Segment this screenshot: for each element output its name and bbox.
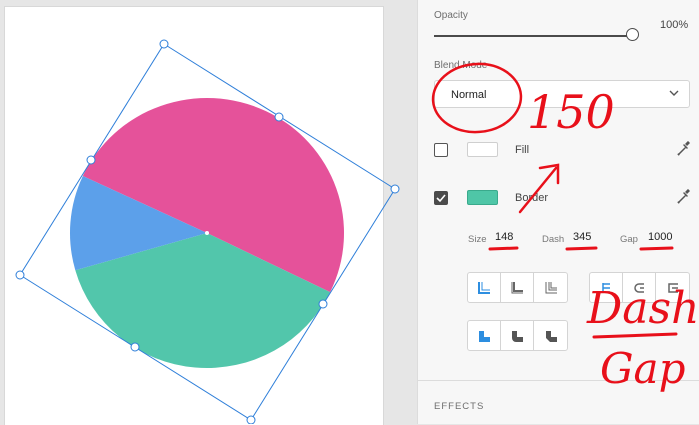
border-checkbox[interactable] <box>434 191 448 205</box>
join-round-button[interactable] <box>501 321 534 350</box>
border-color-swatch[interactable] <box>467 190 498 205</box>
cap-butt-button[interactable] <box>590 273 623 302</box>
resize-handle-bottom[interactable] <box>246 415 256 424</box>
stroke-outside-button[interactable] <box>534 273 567 302</box>
opacity-slider-track[interactable] <box>434 35 635 37</box>
resize-handle-top-right-mid[interactable] <box>274 112 284 122</box>
blend-mode-value: Normal <box>451 89 487 101</box>
join-miter-button[interactable] <box>468 321 501 350</box>
canvas-drawing[interactable] <box>0 0 417 424</box>
fill-checkbox[interactable] <box>434 143 448 157</box>
gap-field[interactable]: 1000 <box>648 231 672 243</box>
opacity-label: Opacity <box>434 10 468 21</box>
stroke-position-group <box>467 272 568 303</box>
dash-field[interactable]: 345 <box>573 231 591 243</box>
canvas-area[interactable] <box>0 0 417 425</box>
join-bevel-button[interactable] <box>534 321 567 350</box>
join-round-icon <box>512 330 523 342</box>
blend-mode-label: Blend Mode <box>434 60 488 71</box>
blend-mode-select[interactable]: Normal <box>434 80 690 108</box>
stroke-join-group <box>467 320 568 351</box>
stroke-outside-icon <box>545 281 557 293</box>
section-divider <box>418 380 699 381</box>
dash-label: Dash <box>542 234 565 245</box>
effects-section-label: EFFECTS <box>434 401 485 412</box>
size-label: Size <box>468 234 487 245</box>
join-miter-icon <box>479 330 490 342</box>
size-field[interactable]: 148 <box>495 231 513 243</box>
resize-handle-right-bottom-mid[interactable] <box>318 299 328 309</box>
fill-label: Fill <box>515 144 530 156</box>
rotation-center <box>205 231 209 235</box>
fill-color-swatch[interactable] <box>467 142 498 157</box>
resize-handle-left-top-mid[interactable] <box>86 155 96 165</box>
stroke-inside-icon <box>478 281 490 294</box>
resize-handle-left[interactable] <box>15 270 25 280</box>
cap-square-icon <box>667 282 678 293</box>
cap-square-button[interactable] <box>656 273 689 302</box>
resize-handle-right[interactable] <box>390 184 400 194</box>
cap-round-button[interactable] <box>623 273 656 302</box>
join-bevel-icon <box>545 330 557 342</box>
stroke-center-button[interactable] <box>501 273 534 302</box>
eyedropper-icon[interactable] <box>676 140 691 160</box>
properties-panel: Opacity 100% Blend Mode Normal Fill Bord… <box>417 0 699 424</box>
cap-round-icon <box>634 282 644 293</box>
stroke-center-icon <box>511 281 523 293</box>
resize-handle-top[interactable] <box>159 39 169 49</box>
cap-butt-icon <box>602 282 610 293</box>
opacity-value[interactable]: 100% <box>660 19 688 31</box>
opacity-slider-thumb[interactable] <box>626 28 639 41</box>
eyedropper-icon[interactable] <box>676 188 691 208</box>
border-label: Border <box>515 192 549 204</box>
gap-label: Gap <box>620 234 638 245</box>
chevron-down-icon <box>669 85 679 104</box>
stroke-cap-group <box>589 272 690 303</box>
resize-handle-bottom-left-mid[interactable] <box>130 342 140 352</box>
checkmark-icon <box>436 194 446 203</box>
stroke-inside-button[interactable] <box>468 273 501 302</box>
